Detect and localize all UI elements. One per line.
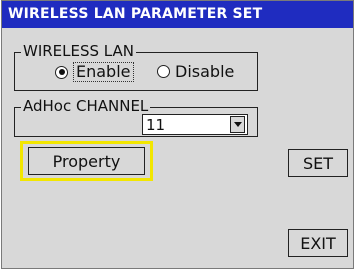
chevron-down-icon <box>233 122 242 127</box>
disable-radio[interactable] <box>157 65 170 78</box>
disable-label[interactable]: Disable <box>175 62 234 81</box>
enable-radio[interactable] <box>55 65 68 79</box>
dropdown-button[interactable] <box>230 116 245 133</box>
adhoc-channel-label: AdHoc CHANNEL <box>21 97 151 115</box>
window-title: WIRELESS LAN PARAMETER SET <box>2 1 353 28</box>
dialog-window: WIRELESS LAN PARAMETER SET WIRELESS LAN … <box>1 0 354 269</box>
adhoc-channel-value: 11 <box>146 116 166 134</box>
wireless-lan-group: WIRELESS LAN Enable Disable <box>14 42 258 91</box>
exit-button[interactable]: EXIT <box>288 229 348 257</box>
enable-radio-option[interactable]: Enable <box>55 62 134 82</box>
radio-selected-dot <box>58 69 65 75</box>
enable-label[interactable]: Enable <box>73 62 134 82</box>
wireless-lan-label: WIRELESS LAN <box>21 42 136 60</box>
set-button[interactable]: SET <box>288 149 348 177</box>
disable-radio-option[interactable]: Disable <box>157 62 234 81</box>
property-button[interactable]: Property <box>28 147 145 175</box>
adhoc-channel-select[interactable]: 11 <box>142 114 248 135</box>
